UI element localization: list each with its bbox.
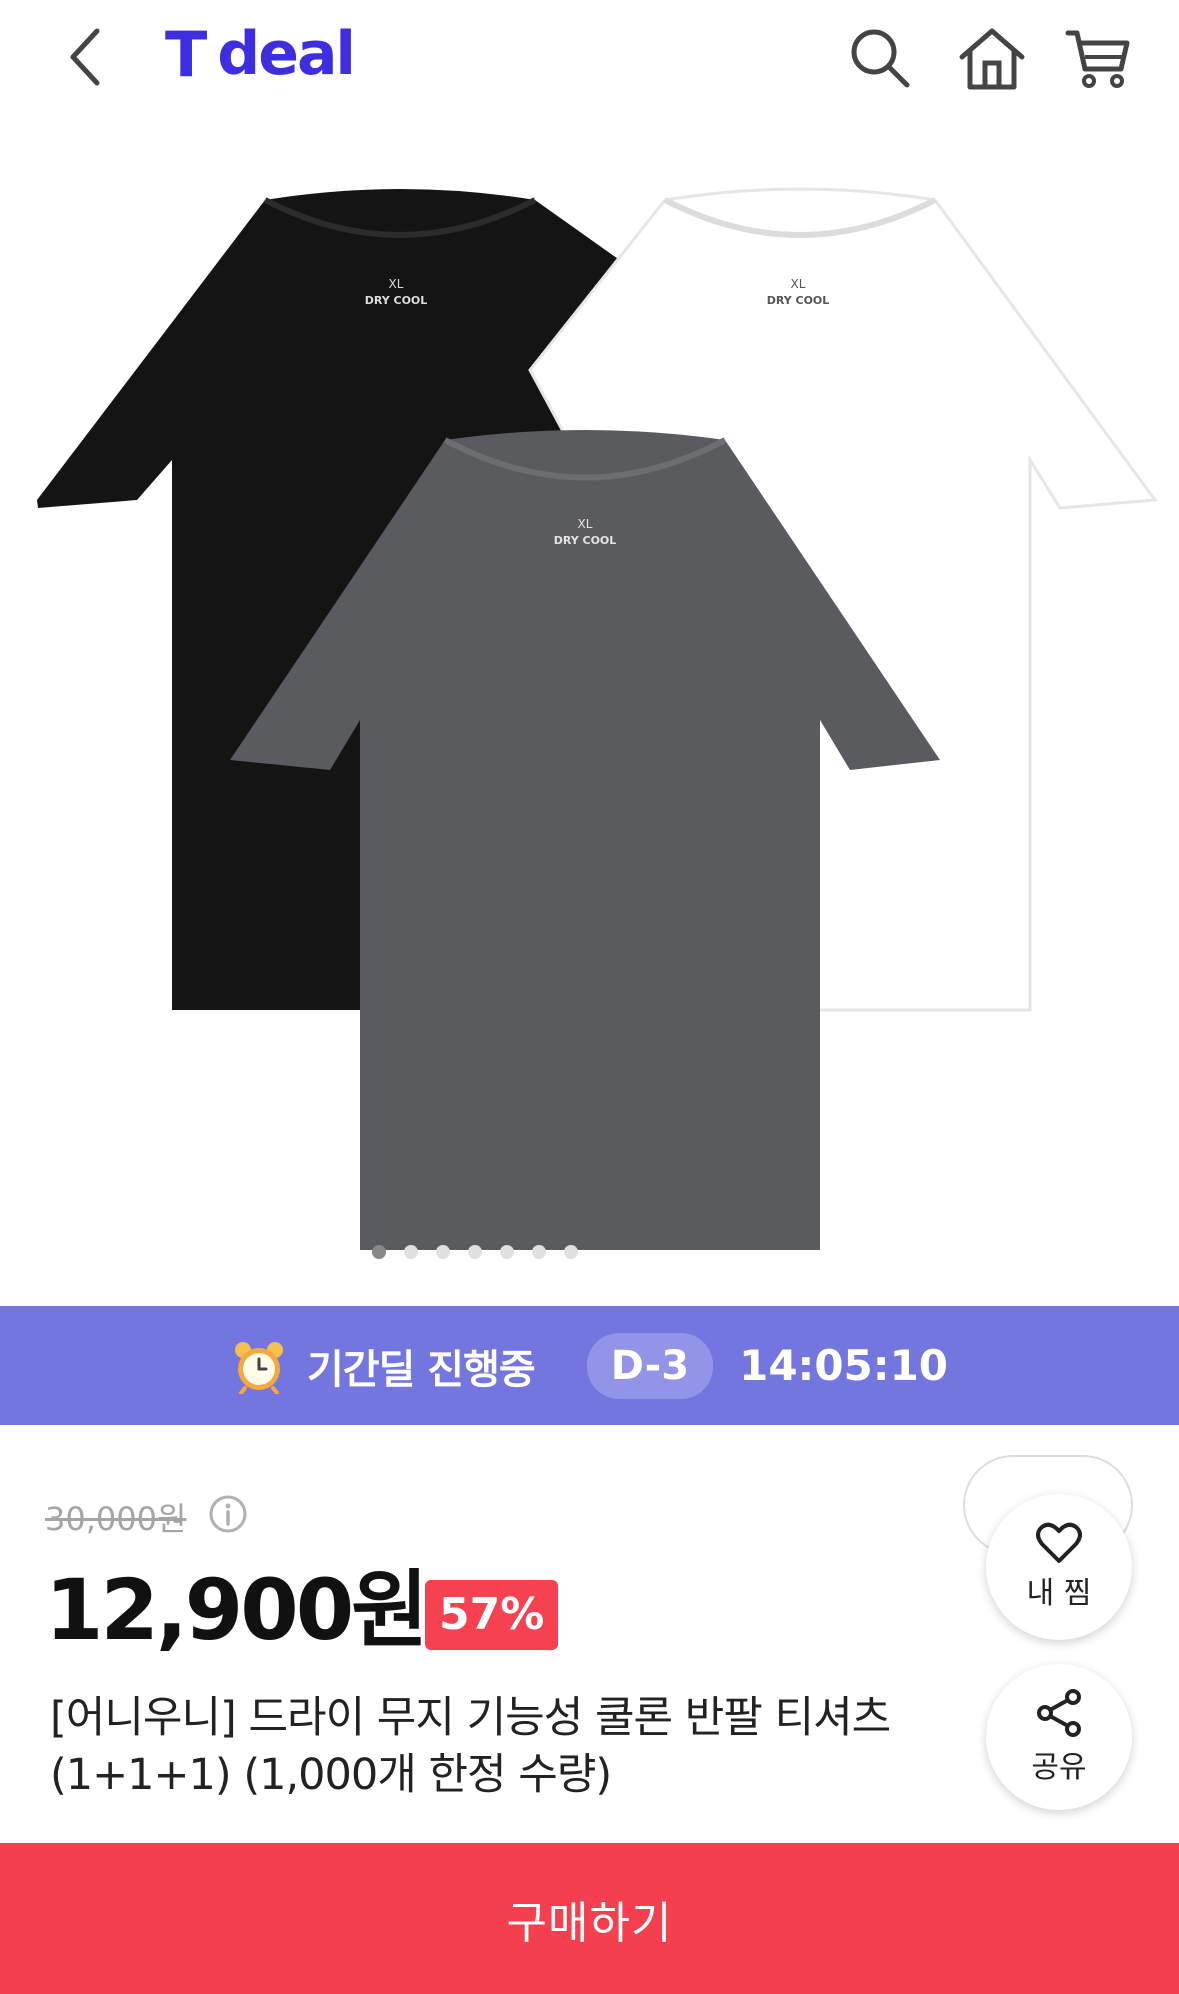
svg-text:XL: XL [791, 277, 806, 291]
search-button[interactable] [840, 18, 920, 98]
cart-button[interactable] [1058, 18, 1138, 98]
share-icon [1037, 1689, 1081, 1737]
pagination-dot[interactable] [563, 1245, 578, 1259]
cart-icon [1065, 30, 1130, 88]
back-icon [70, 28, 100, 86]
home-icon [959, 28, 1025, 90]
tdeal-logo[interactable]: T deal [165, 14, 356, 94]
wish-button[interactable]: 내 찜 [986, 1494, 1132, 1640]
heart-icon [1036, 1522, 1082, 1563]
pagination-dot[interactable] [531, 1245, 546, 1259]
logo-t: T [165, 17, 207, 91]
timer-label: 기간딜 진행중 [306, 1346, 536, 1393]
product-image-gallery[interactable]: XL DRY COOL XL DRY COOL XL DRY COOL [0, 120, 1179, 1306]
back-button[interactable] [50, 22, 120, 92]
svg-text:DRY COOL: DRY COOL [767, 294, 830, 307]
pagination-dot[interactable] [499, 1245, 514, 1259]
gallery-pagination [0, 1245, 1179, 1259]
dday-badge: D-3 [586, 1332, 714, 1399]
limited-deal-timer-bar: 기간딜 진행중 D-3 14:05:10 [0, 1306, 1179, 1425]
svg-text:XL: XL [578, 517, 593, 531]
home-button[interactable] [952, 18, 1032, 98]
search-icon [851, 29, 910, 88]
buy-button[interactable]: 구매하기 [0, 1843, 1179, 1994]
info-icon[interactable] [208, 1494, 248, 1534]
alarm-clock-icon [234, 1341, 283, 1394]
svg-text:DRY COOL: DRY COOL [554, 534, 617, 547]
logo-text: deal [217, 19, 356, 89]
original-price: 30,000원 [45, 1500, 187, 1538]
svg-text:XL: XL [389, 277, 404, 291]
pagination-dot[interactable] [403, 1245, 418, 1259]
sale-price: 12,900원 [45, 1561, 428, 1659]
discount-badge: 57% [425, 1580, 559, 1650]
share-button[interactable]: 공유 [986, 1664, 1132, 1810]
countdown-time: 14:05:10 [739, 1341, 949, 1390]
pagination-dot[interactable] [435, 1245, 450, 1259]
pagination-dot[interactable] [371, 1245, 386, 1259]
share-label: 공유 [1031, 1750, 1087, 1785]
top-app-bar: T deal [0, 0, 1179, 120]
wish-label: 내 찜 [1026, 1576, 1092, 1611]
svg-text:DRY COOL: DRY COOL [365, 294, 428, 307]
pagination-dot[interactable] [467, 1245, 482, 1259]
product-title: [어니우니] 드라이 무지 기능성 쿨론 반팔 티셔츠 (1+1+1) (1,0… [50, 1693, 891, 1800]
product-image: XL DRY COOL XL DRY COOL XL DRY COOL [37, 187, 1158, 1250]
